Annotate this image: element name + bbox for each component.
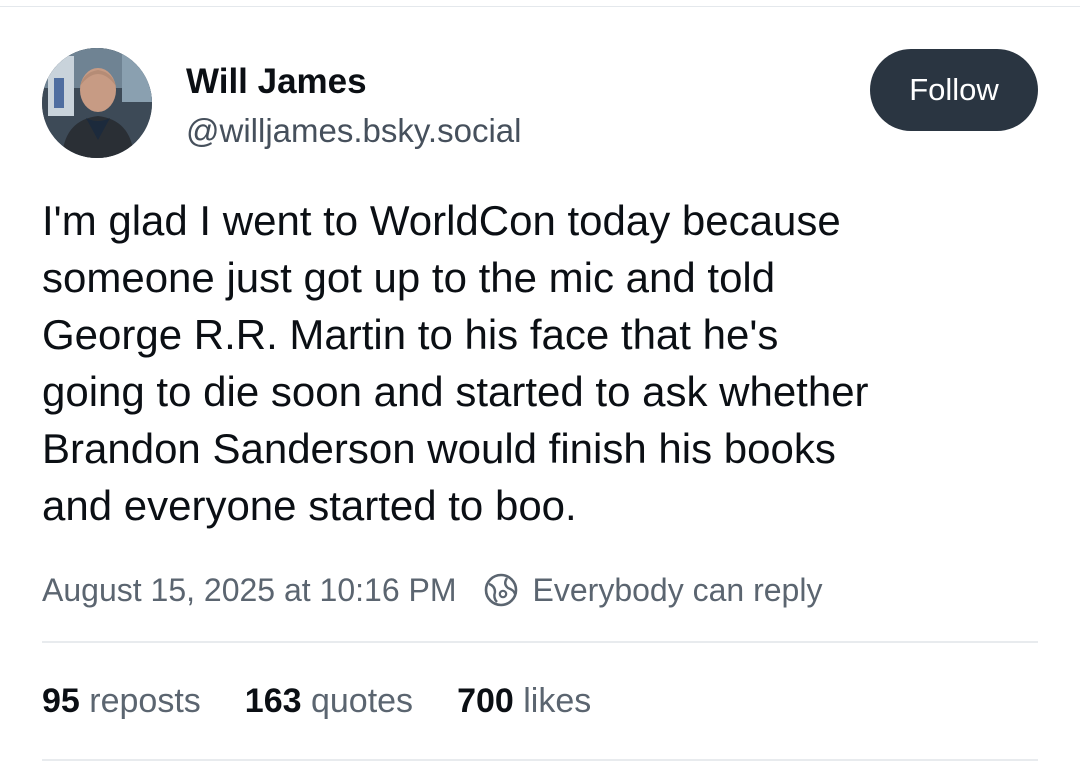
reposts-stat[interactable]: 95 reposts — [42, 682, 201, 721]
quotes-stat[interactable]: 163 quotes — [245, 682, 413, 721]
divider — [42, 641, 1038, 643]
post-text: I'm glad I went to WorldCon today becaus… — [42, 192, 1042, 534]
divider — [42, 759, 1038, 761]
reply-setting: Everybody can reply — [532, 571, 823, 608]
author-handle[interactable]: @willjames.bsky.social — [186, 112, 521, 150]
avatar-image — [42, 48, 152, 158]
follow-button[interactable]: Follow — [870, 49, 1038, 131]
post-text-line: someone just got up to the mic and told — [42, 254, 776, 301]
globe-icon — [483, 572, 519, 608]
post-stats: 95 reposts 163 quotes 700 likes — [42, 682, 635, 721]
reposts-label: reposts — [89, 682, 201, 720]
author-display-name[interactable]: Will James — [186, 62, 367, 102]
post-text-line: going to die soon and started to ask whe… — [42, 368, 869, 415]
quotes-label: quotes — [310, 682, 414, 720]
likes-count: 700 — [457, 682, 514, 720]
likes-stat[interactable]: 700 likes — [457, 682, 591, 721]
quotes-count: 163 — [244, 682, 302, 720]
post-text-line: Brandon Sanderson would finish his books — [42, 425, 836, 472]
post-timestamp[interactable]: August 15, 2025 at 10:16 PM — [42, 572, 457, 609]
post-meta: August 15, 2025 at 10:16 PM Everybody ca… — [42, 570, 822, 610]
avatar[interactable] — [42, 48, 152, 158]
post-text-line: George R.R. Martin to his face that he's — [42, 311, 779, 358]
post-text-line: and everyone started to boo. — [42, 482, 577, 529]
reposts-count: 95 — [42, 682, 80, 720]
top-divider — [0, 6, 1080, 7]
likes-label: likes — [523, 682, 592, 720]
post-text-line: I'm glad I went to WorldCon today becaus… — [42, 197, 841, 244]
